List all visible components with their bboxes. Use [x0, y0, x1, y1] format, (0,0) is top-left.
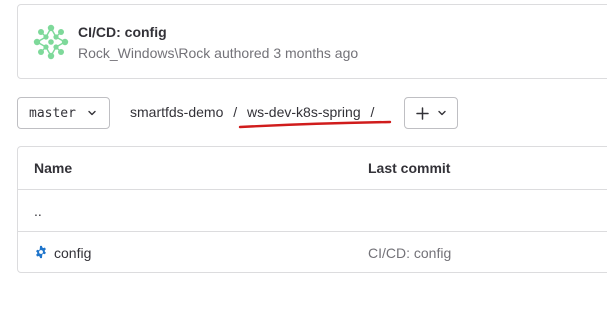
commit-meta: Rock_Windows\Rock authored 3 months ago: [78, 45, 358, 61]
add-file-dropdown[interactable]: [404, 97, 458, 129]
column-header-name: Name: [34, 160, 73, 176]
annotation-underline: [238, 120, 392, 129]
breadcrumb-separator: /: [233, 104, 238, 120]
chevron-down-icon: [438, 110, 446, 116]
column-header-last-commit: Last commit: [368, 160, 451, 176]
file-name-link[interactable]: config: [54, 245, 91, 261]
breadcrumb-separator: /: [370, 104, 375, 120]
table-row[interactable]: ..: [18, 189, 607, 231]
table-header-row: Name Last commit: [18, 147, 607, 189]
plus-icon: [416, 107, 429, 120]
breadcrumb-folder[interactable]: ws-dev-k8s-spring: [247, 104, 361, 120]
branch-selector[interactable]: master: [17, 97, 110, 129]
last-commit-link[interactable]: CI/CD: config: [368, 245, 451, 261]
commit-time: 3 months ago: [273, 45, 359, 61]
gear-icon: [36, 245, 46, 259]
commit-title[interactable]: CI/CD: config: [78, 24, 167, 40]
commit-action: authored: [214, 45, 270, 61]
commit-author[interactable]: Rock_Windows\Rock: [78, 45, 210, 61]
chevron-down-icon: [88, 110, 96, 116]
last-commit-panel: CI/CD: config Rock_Windows\Rock authored…: [17, 4, 607, 79]
file-table: Name Last commit .. config CI/CD: config: [17, 146, 607, 273]
branch-name: master: [29, 105, 76, 121]
breadcrumb-project[interactable]: smartfds-demo: [130, 104, 223, 120]
table-row[interactable]: config CI/CD: config: [18, 231, 607, 273]
parent-directory-link[interactable]: ..: [34, 203, 42, 219]
identicon-avatar[interactable]: [33, 24, 69, 60]
breadcrumb: smartfds-demo / ws-dev-k8s-spring /: [130, 104, 380, 120]
